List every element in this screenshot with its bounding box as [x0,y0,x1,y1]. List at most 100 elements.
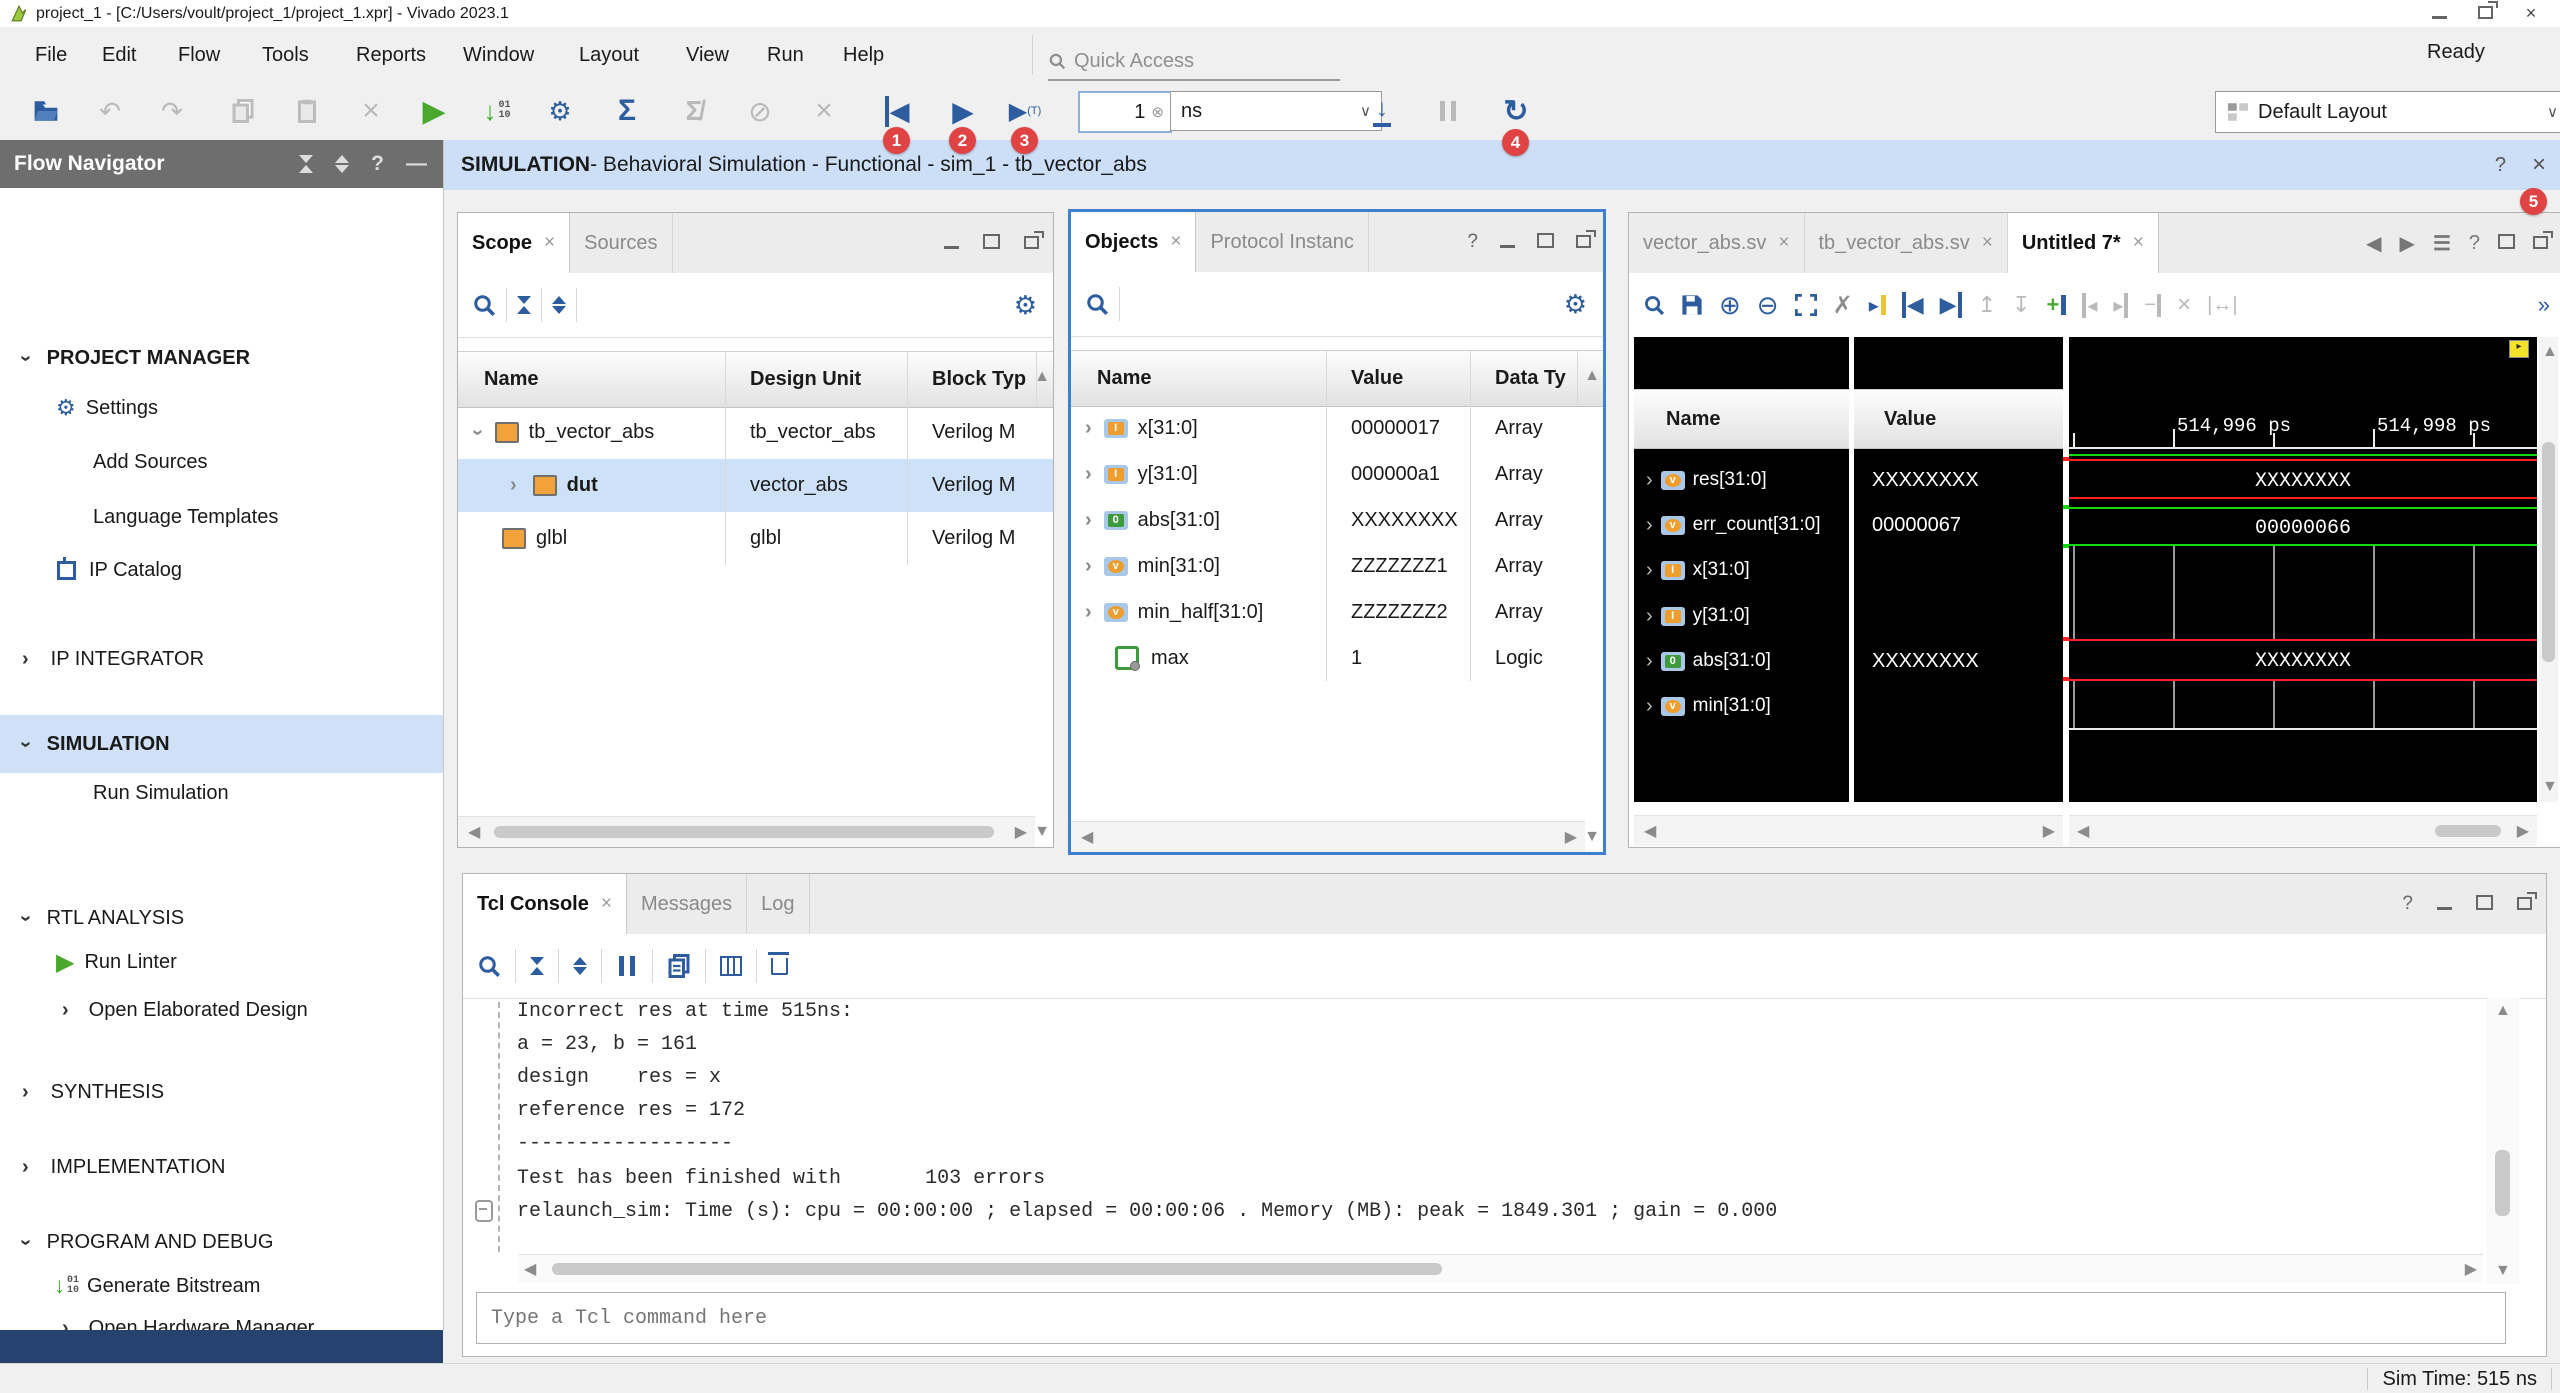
chevron-right-icon[interactable]: › [1085,417,1092,440]
copy-button[interactable] [221,89,265,133]
collapse-marker-icon[interactable] [475,1200,493,1222]
sim-time-input[interactable]: 1 ⊗ [1078,91,1172,133]
trash-icon[interactable] [771,958,788,975]
col-block-type[interactable]: Block Typ [920,352,1026,407]
chevron-right-icon[interactable]: › [1085,555,1092,578]
scroll-up-icon[interactable]: ▲ [1034,368,1050,386]
save-waveform-icon[interactable] [1681,294,1703,316]
chevron-right-icon[interactable]: › [510,474,517,497]
add-marker-icon[interactable]: + [2046,292,2066,318]
open-project-button[interactable] [24,89,68,133]
chevron-down-icon[interactable]: › [466,429,489,436]
float-panel-icon[interactable] [1024,232,1039,255]
expand-all-icon[interactable] [573,957,587,975]
gear-icon[interactable]: ⚙ [1564,289,1603,320]
object-row-min[interactable]: › v min[31:0] ZZZZZZZ1 Array [1071,543,1603,589]
sidebar-item-run-simulation[interactable]: Run Simulation [0,774,443,812]
help-icon[interactable]: ? [371,152,384,176]
tab-scope[interactable]: Scope× [458,213,570,273]
search-icon[interactable] [477,954,501,978]
next-transition-icon[interactable]: ▶ [1940,292,1962,318]
object-row-y[interactable]: › I y[31:0] 000000a1 Array [1071,451,1603,497]
sidebar-item-ip-integrator[interactable]: › IP INTEGRATOR [0,640,443,678]
tab-tb-vector-abs-sv[interactable]: tb_vector_abs.sv× [1805,213,2008,273]
help-icon[interactable]: ? [2469,232,2480,255]
time-unit-select[interactable]: ns ∨ [1170,91,1382,131]
console-output[interactable]: Incorrect res at time 515ns: a = 23, b =… [463,998,2483,1158]
tab-protocol-instances[interactable]: Protocol Instanc [1196,212,1368,272]
zoom-fit-icon[interactable] [1795,294,1817,316]
col-name[interactable]: Name [1085,351,1151,406]
tab-log[interactable]: Log [747,874,809,934]
object-row-abs[interactable]: › 0 abs[31:0] XXXXXXXX Array [1071,497,1603,543]
relaunch-sim-button[interactable]: ↻ [1494,89,1538,133]
scope-row-dut[interactable]: › dut vector_abs Verilog M [458,459,1053,512]
wave-signal-res[interactable]: › v res[31:0] [1646,465,1767,495]
tab-list-icon[interactable]: ☰ [2433,231,2451,256]
program-device-button[interactable]: ↓0110 [475,89,519,133]
tab-objects[interactable]: Objects× [1071,212,1196,272]
chevron-right-icon[interactable]: › [1085,601,1092,624]
previous-transition-icon[interactable]: ◀ [1902,292,1924,318]
zoom-in-icon[interactable]: ⊕ [1719,290,1741,321]
menu-run[interactable]: Run [767,41,804,69]
pause-sim-button[interactable] [1426,89,1470,133]
gear-icon[interactable]: ⚙ [1014,290,1053,321]
menu-window[interactable]: Window [463,41,534,69]
menu-layout[interactable]: Layout [579,41,639,69]
tab-scroll-right-icon[interactable]: ▶ [2400,231,2415,256]
close-icon[interactable]: × [1778,232,1789,254]
delete-icon[interactable]: × [2177,291,2191,319]
cut-button[interactable]: × [349,89,393,133]
sidebar-item-language-templates[interactable]: Language Templates [0,498,443,536]
search-icon[interactable] [472,293,496,317]
objects-hscrollbar[interactable]: ◀ ▶ [1071,821,1585,852]
menu-help[interactable]: Help [843,41,884,69]
sidebar-item-simulation[interactable]: › SIMULATION [0,715,443,773]
quick-access-search[interactable]: Quick Access [1048,43,1340,81]
float-panel-icon[interactable] [1576,231,1591,254]
collapse-all-icon[interactable] [517,296,531,314]
wave-signal-y[interactable]: › I y[31:0] [1646,601,1750,631]
tab-scroll-left-icon[interactable]: ◀ [2366,231,2381,256]
scope-row-tb-vector-abs[interactable]: › tb_vector_abs tb_vector_abs Verilog M [458,406,1053,459]
col-name[interactable]: Name [472,352,538,407]
sidebar-item-program-and-debug[interactable]: › PROGRAM AND DEBUG [0,1223,443,1261]
goto-cursor-icon[interactable]: ▸ [1869,293,1886,318]
wave-marker-flag-icon[interactable]: ▸ [2509,340,2529,358]
swap-cursors-icon[interactable]: |↔| [2207,294,2237,317]
scroll-down-icon[interactable]: ▼ [1584,828,1600,846]
wave-signal-abs[interactable]: › 0 abs[31:0] [1646,646,1771,676]
menu-edit[interactable]: Edit [102,41,136,69]
minimize-panel-icon[interactable] [1500,231,1515,254]
chevron-right-icon[interactable]: › [1085,509,1092,532]
scope-hscrollbar[interactable]: ◀ ▶ [458,816,1035,847]
wave-signal-x[interactable]: › I x[31:0] [1646,555,1750,585]
word-wrap-icon[interactable] [720,956,742,976]
chevron-right-icon[interactable]: › [1646,514,1653,537]
maximize-panel-icon[interactable] [983,232,1000,255]
object-row-min-half[interactable]: › v min_half[31:0] ZZZZZZZ2 Array [1071,589,1603,635]
close-icon[interactable]: × [2133,232,2144,254]
close-icon[interactable]: × [1170,231,1181,253]
expand-all-icon[interactable] [552,296,566,314]
delete-marker-icon[interactable]: − [2144,294,2161,317]
disabled-elaborate-button[interactable]: ⊘ [738,89,782,133]
window-close-button[interactable]: × [2508,3,2554,24]
help-icon[interactable]: ? [2495,154,2506,177]
menu-file[interactable]: File [35,41,67,69]
minimize-panel-icon[interactable] [2437,893,2452,916]
disabled-sigma-button[interactable]: Σ̸ [672,89,716,133]
wave-vscrollbar[interactable]: ▲ ▼ [2539,337,2558,802]
window-minimize-button[interactable] [2416,3,2462,24]
sidebar-item-generate-bitstream[interactable]: ↓0110 Generate Bitstream [0,1267,443,1305]
sidebar-item-rtl-analysis[interactable]: › RTL ANALYSIS [0,899,443,937]
search-icon[interactable] [1643,294,1665,316]
chevron-right-icon[interactable]: › [1646,559,1653,582]
chevron-right-icon[interactable]: › [1646,695,1653,718]
toolbar-overflow-icon[interactable]: » [2538,292,2560,318]
menu-flow[interactable]: Flow [178,41,220,69]
col-data-type[interactable]: Data Ty [1483,351,1566,406]
search-icon[interactable] [1085,292,1109,316]
float-panel-icon[interactable] [2533,232,2548,255]
